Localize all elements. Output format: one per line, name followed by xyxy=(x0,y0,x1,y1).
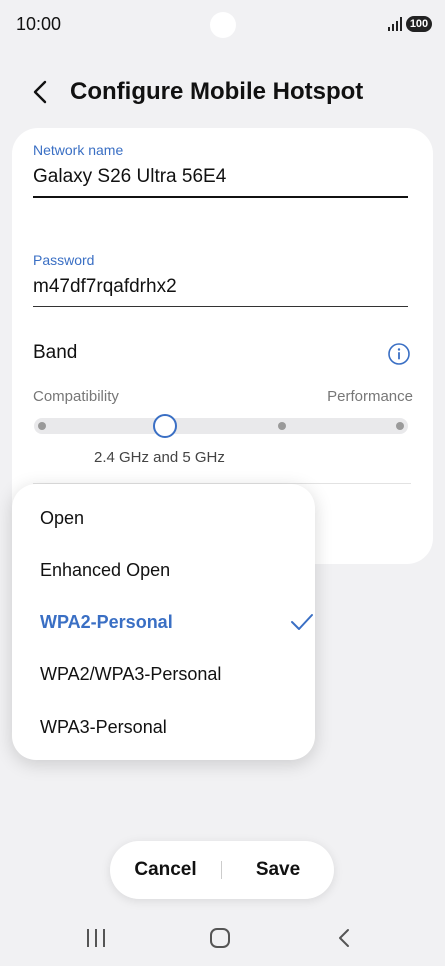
action-bar: Cancel Save xyxy=(110,841,334,899)
slider-step-dot[interactable] xyxy=(38,422,46,430)
band-label: Band xyxy=(33,342,78,363)
check-icon xyxy=(291,614,313,630)
option-label: WPA3-Personal xyxy=(40,717,167,737)
dropdown-option-wpa3-personal[interactable]: WPA3-Personal xyxy=(40,712,290,742)
signal-icon xyxy=(388,17,402,31)
network-name-underline xyxy=(33,196,408,198)
dropdown-option-open[interactable]: Open xyxy=(40,503,290,533)
password-input[interactable]: m47df7rqafdrhx2 xyxy=(33,276,408,298)
option-label: WPA2-Personal xyxy=(40,612,173,632)
band-selected-value: 2.4 GHz and 5 GHz xyxy=(94,449,225,466)
status-time: 10:00 xyxy=(16,14,62,34)
battery-indicator: 100 xyxy=(406,16,432,32)
band-slider[interactable] xyxy=(34,414,408,438)
info-icon[interactable] xyxy=(387,342,411,366)
back-nav-icon[interactable] xyxy=(333,927,357,949)
page-title: Configure Mobile Hotspot xyxy=(70,78,364,105)
status-bar: 10:00 100 xyxy=(0,0,445,50)
option-label: WPA2/WPA3-Personal xyxy=(40,664,222,684)
option-label: Enhanced Open xyxy=(40,560,171,580)
band-performance-label: Performance xyxy=(327,388,413,405)
option-label: Open xyxy=(40,508,85,528)
home-icon[interactable] xyxy=(208,927,232,949)
security-dropdown-menu: Open Enhanced Open WPA2-Personal WPA2/WP… xyxy=(12,484,315,760)
band-slider-labels: Compatibility Performance xyxy=(33,388,413,405)
network-name-field[interactable]: Network name Galaxy S26 Ultra 56E4 xyxy=(33,142,408,198)
recent-apps-icon[interactable] xyxy=(84,927,108,949)
back-arrow-icon[interactable] xyxy=(28,78,56,106)
band-slider-thumb[interactable] xyxy=(153,414,177,438)
dropdown-option-wpa2-wpa3-personal[interactable]: WPA2/WPA3-Personal xyxy=(40,659,290,689)
camera-cutout xyxy=(210,12,236,38)
network-name-label: Network name xyxy=(33,142,124,158)
slider-step-dot[interactable] xyxy=(278,422,286,430)
band-row: Band xyxy=(33,342,411,370)
cancel-button[interactable]: Cancel xyxy=(110,841,221,899)
dropdown-option-enhanced-open[interactable]: Enhanced Open xyxy=(40,555,290,585)
dropdown-option-wpa2-personal[interactable]: WPA2-Personal xyxy=(40,607,313,637)
password-label: Password xyxy=(33,252,95,268)
password-field[interactable]: Password m47df7rqafdrhx2 xyxy=(33,252,408,307)
slider-step-dot[interactable] xyxy=(396,422,404,430)
navigation-bar xyxy=(0,915,445,961)
network-name-input[interactable]: Galaxy S26 Ultra 56E4 xyxy=(33,166,408,188)
band-compatibility-label: Compatibility xyxy=(33,388,119,405)
password-underline xyxy=(33,306,408,307)
save-button[interactable]: Save xyxy=(222,841,334,899)
header: Configure Mobile Hotspot xyxy=(0,72,445,112)
